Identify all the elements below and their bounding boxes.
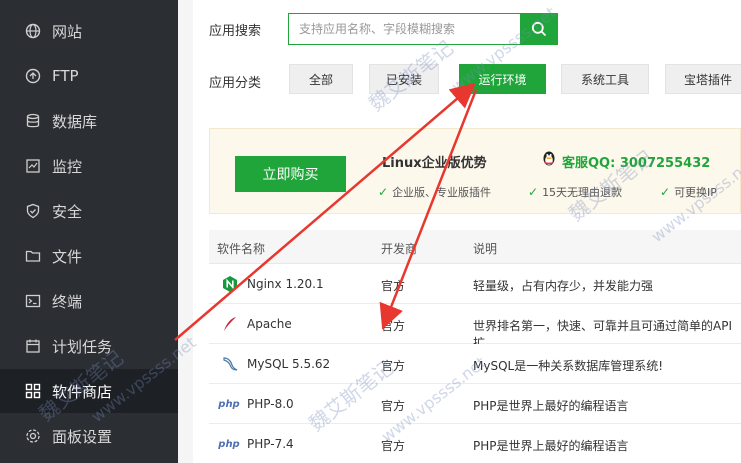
sidebar: 网站 FTP 数据库 监控 安全 文件 终端 计划任务 软件商店 面板设置 — [0, 0, 178, 463]
ftp-icon — [24, 67, 42, 85]
qq-penguin-icon — [543, 151, 555, 166]
sidebar-item-label: 数据库 — [52, 112, 98, 131]
calendar-icon — [24, 337, 42, 355]
promo-feature: ✓ 企业版、专业版插件 — [378, 185, 492, 199]
software-developer: 官方 — [381, 359, 406, 373]
category-plugins-button[interactable]: 宝塔插件 — [665, 64, 741, 94]
shield-icon — [24, 202, 42, 220]
sidebar-item-label: 监控 — [52, 157, 83, 176]
monitor-icon — [24, 157, 42, 175]
column-header-description: 说明 — [473, 242, 498, 256]
software-description: MySQL是一种关系数据库管理系统! — [473, 359, 664, 373]
folder-icon — [24, 247, 42, 265]
database-icon — [24, 112, 42, 130]
table-header: 软件名称 开发商 说明 — [209, 230, 741, 264]
sidebar-item-label: 终端 — [52, 292, 83, 311]
promo-feature: ✓ 可更换IP — [660, 185, 717, 199]
buy-now-button[interactable]: 立即购买 — [235, 156, 346, 192]
category-system-tools-button[interactable]: 系统工具 — [561, 64, 649, 94]
software-developer: 官方 — [381, 319, 406, 333]
software-description: PHP是世界上最好的编程语言 — [473, 439, 629, 453]
apache-feather-icon — [220, 315, 240, 333]
php-icon: php — [218, 438, 240, 450]
table-row[interactable]: MySQL 5.5.62 官方 MySQL是一种关系数据库管理系统! — [209, 344, 741, 384]
sidebar-item-label: 面板设置 — [52, 427, 113, 446]
sidebar-item-terminal[interactable]: 终端 — [0, 279, 178, 323]
software-developer: 官方 — [381, 439, 406, 453]
app-store-panel: 应用搜索 支持应用名称、字段模糊搜索 应用分类 全部 已安装 运行环境 系统工具… — [193, 0, 741, 463]
category-all-button[interactable]: 全部 — [289, 64, 353, 94]
software-name: Apache — [247, 317, 292, 331]
promo-feature: ✓ 15天无理由退款 — [528, 185, 623, 199]
sidebar-item-cron[interactable]: 计划任务 — [0, 324, 178, 368]
nginx-icon — [220, 275, 240, 293]
sidebar-item-settings[interactable]: 面板设置 — [0, 414, 178, 458]
search-button[interactable] — [520, 13, 558, 45]
search-label: 应用搜索 — [209, 24, 262, 39]
category-label: 应用分类 — [209, 76, 262, 91]
column-header-name: 软件名称 — [217, 242, 266, 256]
php-icon: php — [218, 398, 240, 410]
table-row[interactable]: Nginx 1.20.1 官方 轻量级，占有内存少，并发能力强 — [209, 264, 741, 304]
category-runtime-button[interactable]: 运行环境 — [459, 64, 546, 94]
sidebar-item-label: 网站 — [52, 22, 83, 41]
enterprise-promo: 立即购买 Linux企业版优势 客服QQ: 3007255432 ✓ 企业版、专… — [209, 128, 741, 214]
globe-icon — [24, 22, 42, 40]
search-icon — [531, 21, 547, 37]
sidebar-item-label: 文件 — [52, 247, 83, 266]
table-row[interactable]: php PHP-7.4 官方 PHP是世界上最好的编程语言 — [209, 424, 741, 463]
promo-title: Linux企业版优势 — [382, 156, 487, 171]
sidebar-item-label: 安全 — [52, 202, 83, 221]
check-icon: ✓ — [528, 185, 539, 199]
software-developer: 官方 — [381, 399, 406, 413]
sidebar-item-files[interactable]: 文件 — [0, 234, 178, 278]
sidebar-item-monitor[interactable]: 监控 — [0, 144, 178, 188]
software-description: PHP是世界上最好的编程语言 — [473, 399, 629, 413]
software-name: PHP-8.0 — [247, 397, 294, 411]
mysql-dolphin-icon — [220, 355, 240, 373]
check-icon: ✓ — [660, 185, 671, 199]
table-row[interactable]: php PHP-8.0 官方 PHP是世界上最好的编程语言 — [209, 384, 741, 424]
sidebar-item-security[interactable]: 安全 — [0, 189, 178, 233]
check-icon: ✓ — [378, 185, 389, 199]
customer-service-qq: 客服QQ: 3007255432 — [562, 156, 711, 171]
sidebar-item-label: 软件商店 — [52, 382, 113, 401]
table-row[interactable]: Apache 官方 世界排名第一，快速、可靠并且可通过简单的API扩 — [209, 304, 741, 350]
sidebar-item-website[interactable]: 网站 — [0, 9, 178, 53]
software-name: Nginx 1.20.1 — [247, 277, 324, 291]
search-input[interactable]: 支持应用名称、字段模糊搜索 — [288, 13, 520, 45]
apps-icon — [24, 382, 42, 400]
sidebar-item-app-store[interactable]: 软件商店 — [0, 369, 178, 413]
sidebar-item-database[interactable]: 数据库 — [0, 99, 178, 143]
software-description: 轻量级，占有内存少，并发能力强 — [473, 279, 654, 293]
terminal-icon — [24, 292, 42, 310]
software-name: MySQL 5.5.62 — [247, 357, 331, 371]
column-header-developer: 开发商 — [381, 242, 418, 256]
gear-icon — [24, 427, 42, 445]
software-developer: 官方 — [381, 279, 406, 293]
sidebar-item-label: 计划任务 — [52, 337, 113, 356]
software-name: PHP-7.4 — [247, 437, 294, 451]
sidebar-item-ftp[interactable]: FTP — [0, 54, 178, 98]
sidebar-item-label: FTP — [52, 67, 79, 85]
category-installed-button[interactable]: 已安装 — [369, 64, 439, 94]
